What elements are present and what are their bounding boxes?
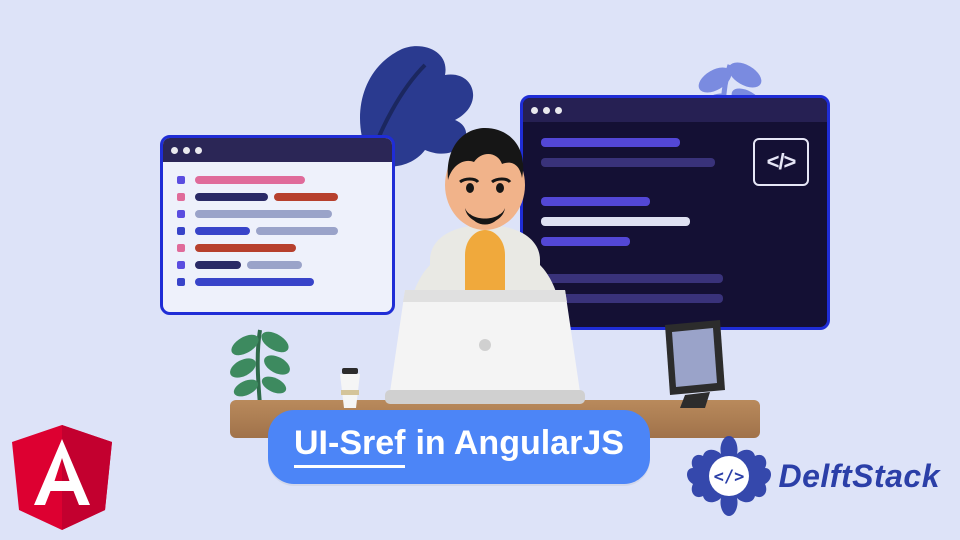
coffee-cup-icon	[335, 360, 365, 410]
window-titlebar	[163, 138, 392, 162]
laptop-icon	[385, 290, 585, 405]
hero-illustration: </>	[160, 40, 800, 460]
delftstack-badge-icon: </>	[685, 432, 773, 520]
plant-icon	[210, 320, 310, 410]
delftstack-logo: </> DelftStack	[685, 432, 941, 520]
svg-text:</>: </>	[713, 467, 744, 487]
angular-logo-icon	[12, 425, 112, 530]
code-window-left	[160, 135, 395, 315]
picture-frame-icon	[655, 320, 730, 410]
delftstack-name: DelftStack	[779, 458, 941, 495]
code-tag-icon: </>	[753, 138, 809, 186]
code-tag-text: </>	[767, 149, 796, 175]
title-highlight: UI-Sref	[294, 424, 405, 468]
title-rest: in AngularJS	[415, 424, 623, 463]
article-title-pill: UI-Sref in AngularJS	[268, 410, 650, 484]
